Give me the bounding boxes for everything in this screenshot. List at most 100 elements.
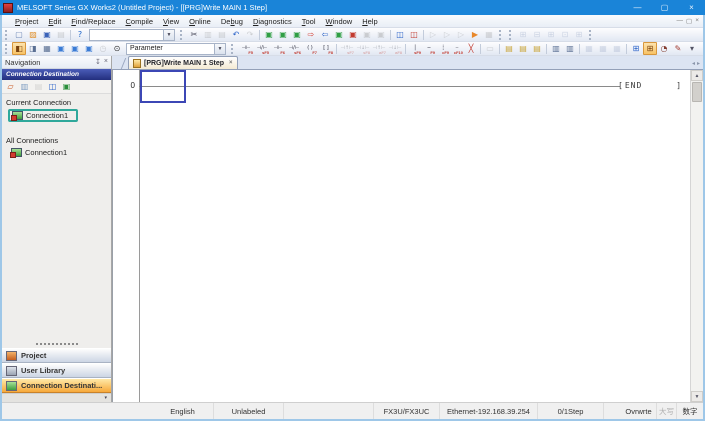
open-branch-icon[interactable]: ⊣⊢ F6 <box>270 42 286 56</box>
scroll-up-icon[interactable]: ▲ <box>691 70 703 81</box>
close-panel-icon[interactable]: × <box>104 58 108 66</box>
connection-check-icon[interactable]: ▣ <box>60 81 73 93</box>
project-select-combo[interactable]: ▼ <box>89 28 175 41</box>
restore-button[interactable]: ▢ <box>651 0 678 15</box>
close-button[interactable]: × <box>678 0 705 15</box>
panel-splitter-handle[interactable] <box>35 343 78 345</box>
tab-scroll-right-icon[interactable]: ▸ <box>697 60 700 67</box>
mdi-restore-button[interactable]: ▢ <box>686 17 692 25</box>
toolbar-separator <box>423 29 424 40</box>
toolbar-grip[interactable] <box>180 29 185 40</box>
toolbar-grip[interactable] <box>589 29 594 40</box>
menu-tool[interactable]: Tool <box>297 17 321 26</box>
open-contact-icon[interactable]: ⊣⊢ F5 <box>238 42 254 56</box>
toolbar-grip[interactable] <box>231 43 236 54</box>
note-edit-icon[interactable]: ▤ <box>530 42 544 55</box>
statement-edit-icon[interactable]: ▤ <box>516 42 530 55</box>
zoom-display-icon[interactable]: ⊞ <box>629 42 643 55</box>
connection-info-icon[interactable]: ◫ <box>46 81 59 93</box>
status-bar: English Unlabeled FX3U/FX3UC Ethernet-192.1… <box>2 402 703 419</box>
read-from-plc-icon[interactable]: ▣ <box>262 28 276 41</box>
vertical-line-icon[interactable]: │ sF9 <box>408 42 422 56</box>
horizontal-line-icon[interactable]: ─ F9 <box>422 42 436 56</box>
transfer-read-icon[interactable]: ⇦ <box>318 28 332 41</box>
save-project-icon[interactable]: ▣ <box>40 28 54 41</box>
current-connection-item[interactable]: Connection1 <box>8 109 79 122</box>
element-selection-window-icon[interactable]: ◨ <box>26 42 40 55</box>
tab-scroll-left-icon[interactable]: ◂ <box>692 60 695 67</box>
menu-bar: Project Edit Find/Replace Compile View Online… <box>2 15 703 28</box>
statement-display-icon[interactable]: ◔ <box>657 42 671 55</box>
menu-window[interactable]: Window <box>321 17 358 26</box>
new-connection-icon[interactable]: ▱ <box>4 81 17 93</box>
navigation-window-icon[interactable]: ◧ <box>12 42 26 55</box>
menu-compile[interactable]: Compile <box>121 17 159 26</box>
mdi-close-button[interactable]: × <box>695 17 699 25</box>
simulation-icon[interactable]: ▶ <box>468 28 482 41</box>
toolbar-grip[interactable] <box>5 43 10 54</box>
menu-project[interactable]: Project <box>10 17 43 26</box>
pin-icon[interactable]: ↧ <box>95 58 101 66</box>
output-window-icon[interactable]: ▦ <box>40 42 54 55</box>
device-test-icon[interactable]: ◫ <box>407 28 421 41</box>
sidebar-item-connection-destination[interactable]: Connection Destinati... <box>2 378 111 393</box>
toolbar-grip[interactable] <box>499 29 504 40</box>
toolbar-options-icon[interactable]: ▾ <box>685 42 699 55</box>
close-branch-icon[interactable]: ⊣/⊢ sF6 <box>286 42 302 56</box>
application-instruction-icon[interactable]: [ ] F8 <box>318 42 334 56</box>
mdi-minimize-button[interactable]: — <box>677 17 684 25</box>
menu-find-replace[interactable]: Find/Replace <box>66 17 120 26</box>
menu-help[interactable]: Help <box>357 17 382 26</box>
edit-block-icon[interactable]: ▥ <box>563 42 577 55</box>
delete-line-icon[interactable]: ╳ <box>464 42 478 55</box>
sidebar-item-user-library[interactable]: User Library <box>2 363 111 378</box>
minimize-button[interactable]: — <box>624 0 651 15</box>
menu-edit[interactable]: Edit <box>43 17 66 26</box>
monitor-mode-icon[interactable]: ▣ <box>332 28 346 41</box>
all-connections-item[interactable]: Connection1 <box>8 147 70 158</box>
vertical-scrollbar[interactable]: ▲ ▼ <box>690 70 703 402</box>
verify-with-plc-icon[interactable]: ▣ <box>290 28 304 41</box>
tab-close-icon[interactable]: × <box>229 60 233 66</box>
edit-cursor-cell[interactable] <box>140 70 186 103</box>
undo-icon[interactable]: ↶ <box>229 28 243 41</box>
cut-icon[interactable]: ✂ <box>187 28 201 41</box>
combo-dropdown-icon[interactable]: ▼ <box>163 29 174 40</box>
statement-list-icon: ⊞ <box>519 29 527 39</box>
scrollbar-thumb[interactable] <box>692 82 702 102</box>
note-display-icon[interactable]: ✎ <box>671 42 685 55</box>
device-comment-edit-icon[interactable]: ▤ <box>502 42 516 55</box>
device-display-icon[interactable]: ◫ <box>393 28 407 41</box>
monitor-write-mode-icon[interactable]: ▣ <box>346 28 360 41</box>
combo-dropdown-icon[interactable]: ▼ <box>214 43 225 54</box>
docking-window-1-icon[interactable]: ▣ <box>54 42 68 55</box>
ladder-canvas[interactable]: 0 [ END ] <box>113 70 690 402</box>
delete-vertical-line-icon[interactable]: ┊ cF9 <box>436 42 450 56</box>
delete-horizontal-line-icon[interactable]: ┄ cF10 <box>450 42 464 56</box>
status-spacer <box>604 403 621 419</box>
configure-buttons-icon[interactable]: ▾ <box>104 395 107 401</box>
menu-debug[interactable]: Debug <box>216 17 248 26</box>
docking-window-2-icon[interactable]: ▣ <box>68 42 82 55</box>
open-project-icon[interactable]: ▨ <box>26 28 40 41</box>
new-project-icon[interactable]: ▢ <box>12 28 26 41</box>
scroll-down-icon[interactable]: ▼ <box>691 391 703 402</box>
close-contact-icon[interactable]: ⊣/⊢ sF5 <box>254 42 270 56</box>
find-icon[interactable]: ⊙ <box>110 42 124 55</box>
help-icon[interactable]: ? <box>73 28 87 41</box>
toolbar-grip[interactable] <box>5 29 10 40</box>
comment-display-icon[interactable]: ⊞ <box>643 42 657 55</box>
menu-diagnostics[interactable]: Diagnostics <box>248 17 297 26</box>
data-select-combo[interactable]: Parameter ▼ <box>126 42 226 55</box>
inline-st-icon[interactable]: ▥ <box>549 42 563 55</box>
toolbar-grip[interactable] <box>509 29 514 40</box>
write-to-plc-icon[interactable]: ▣ <box>276 28 290 41</box>
coil-icon[interactable]: ( ) F7 <box>302 42 318 56</box>
transfer-write-icon[interactable]: ⇨ <box>304 28 318 41</box>
copy-connection-icon[interactable]: ▥ <box>18 81 31 93</box>
menu-online[interactable]: Online <box>184 17 216 26</box>
menu-view[interactable]: View <box>158 17 184 26</box>
docking-window-3-icon[interactable]: ▣ <box>82 42 96 55</box>
tab-prg-write-main[interactable]: [PRG]Write MAIN 1 Step × <box>128 56 238 69</box>
sidebar-item-project[interactable]: Project <box>2 348 111 363</box>
